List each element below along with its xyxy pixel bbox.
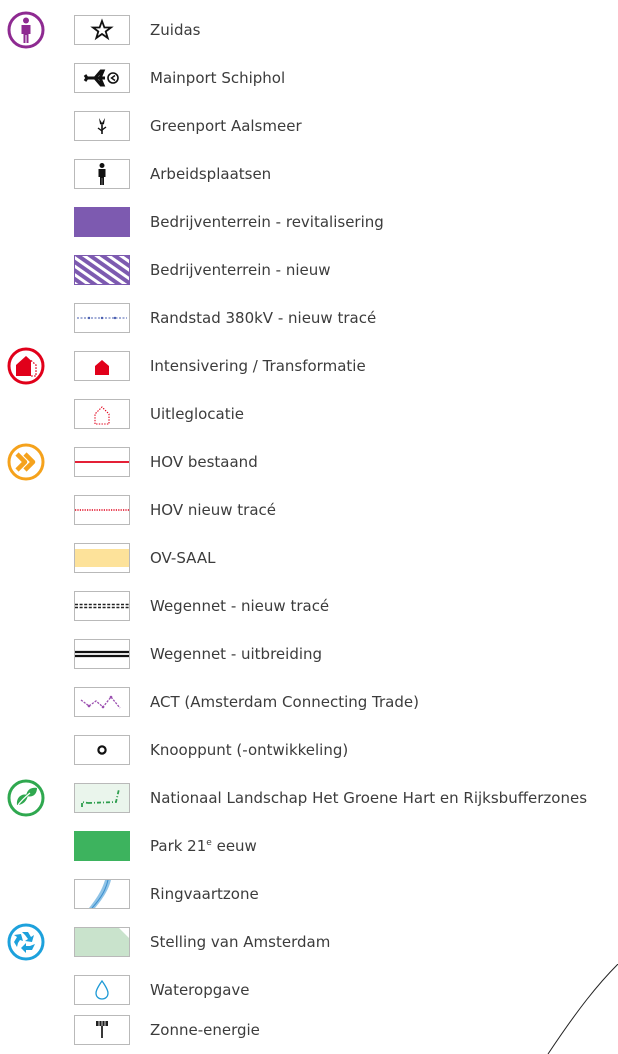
legend-item-zonne-energie: Zonne-energie	[0, 1006, 618, 1054]
legend-item-ringvaartzone: Ringvaartzone	[0, 870, 618, 918]
legend-label: HOV nieuw tracé	[150, 501, 277, 519]
purple-zigzag-swatch	[74, 687, 130, 717]
legend-item-ov-saal: OV-SAAL	[0, 534, 618, 582]
dotted-house-icon	[74, 399, 130, 429]
person-icon	[74, 159, 130, 189]
legend-label: Intensivering / Transformatie	[150, 357, 366, 375]
legend-label: Arbeidsplaatsen	[150, 165, 272, 183]
green-dashed-boundary-swatch	[74, 783, 130, 813]
legend-label: Ringvaartzone	[150, 885, 259, 903]
double-chevron-icon	[7, 443, 45, 481]
legend-item-hov-bestaand: HOV bestaand	[0, 438, 618, 486]
legend-item-nationaal-landschap: Nationaal Landschap Het Groene Hart en R…	[0, 774, 618, 822]
legend-item-wegennet-uitbreiding: Wegennet - uitbreiding	[0, 630, 618, 678]
blue-river-swatch	[74, 879, 130, 909]
leaf-icon	[7, 779, 45, 817]
legend-label: Mainport Schiphol	[150, 69, 286, 87]
legend-label: Wegennet - uitbreiding	[150, 645, 323, 663]
legend-label: Park 21e eeuw	[150, 822, 257, 870]
label-main: Park 21	[150, 837, 207, 855]
legend-label: Nationaal Landschap Het Groene Hart en R…	[150, 789, 588, 807]
legend-item-stelling-van-amsterdam: Stelling van Amsterdam	[0, 918, 618, 966]
legend-label: Bedrijventerrein - nieuw	[150, 261, 331, 279]
legend-label: Bedrijventerrein - revitalisering	[150, 213, 384, 231]
legend-label: Greenport Aalsmeer	[150, 117, 302, 135]
airplane-icon	[74, 63, 130, 93]
legend-item-knooppunt: Knooppunt (-ontwikkeling)	[0, 726, 618, 774]
ring-node-icon	[74, 735, 130, 765]
yellow-band-swatch	[74, 543, 130, 573]
map-boundary-line	[547, 964, 618, 1054]
purple-hatch-swatch	[74, 255, 130, 285]
legend-label: Uitleglocatie	[150, 405, 245, 423]
legend-label: Stelling van Amsterdam	[150, 933, 331, 951]
legend-label: OV-SAAL	[150, 549, 216, 567]
red-dotted-line-swatch	[74, 495, 130, 525]
legend-label: Zuidas	[150, 21, 201, 39]
legend-item-zuidas: Zuidas	[0, 6, 618, 54]
legend-label: HOV bestaand	[150, 453, 258, 471]
legend-item-greenport-aalsmeer: Greenport Aalsmeer	[0, 102, 618, 150]
red-house-icon	[74, 351, 130, 381]
legend-item-mainport-schiphol: Mainport Schiphol	[0, 54, 618, 102]
red-line-swatch	[74, 447, 130, 477]
legend-item-bedrijventerrein-revitalisering: Bedrijventerrein - revitalisering	[0, 198, 618, 246]
legend-label: Knooppunt (-ontwikkeling)	[150, 741, 349, 759]
legend-item-randstad-380kv: Randstad 380kV - nieuw tracé	[0, 294, 618, 342]
star-icon	[74, 15, 130, 45]
legend-label: Zonne-energie	[150, 1021, 260, 1039]
legend-item-park-21e-eeuw: Park 21e eeuw	[0, 822, 618, 870]
legend-item-hov-nieuw-trace: HOV nieuw tracé	[0, 486, 618, 534]
purple-fill-swatch	[74, 207, 130, 237]
dashed-blue-line-swatch	[74, 303, 130, 333]
green-fill-swatch	[74, 831, 130, 861]
legend-label: ACT (Amsterdam Connecting Trade)	[150, 693, 419, 711]
legend-item-wegennet-nieuw-trace: Wegennet - nieuw tracé	[0, 582, 618, 630]
legend-item-uitleglocatie: Uitleglocatie	[0, 390, 618, 438]
light-green-fill-swatch	[74, 927, 130, 957]
legend-item-act: ACT (Amsterdam Connecting Trade)	[0, 678, 618, 726]
double-road-swatch	[74, 639, 130, 669]
person-category-icon	[7, 11, 45, 49]
solar-panel-icon	[74, 1015, 130, 1045]
legend-item-bedrijventerrein-nieuw: Bedrijventerrein - nieuw	[0, 246, 618, 294]
legend-item-arbeidsplaatsen: Arbeidsplaatsen	[0, 150, 618, 198]
water-drop-icon	[74, 975, 130, 1005]
flower-icon	[74, 111, 130, 141]
label-tail: eeuw	[211, 837, 257, 855]
red-house-circle-icon	[7, 347, 45, 385]
legend-label: Randstad 380kV - nieuw tracé	[150, 309, 377, 327]
recycle-icon	[7, 923, 45, 961]
dashed-road-swatch	[74, 591, 130, 621]
legend-label: Wegennet - nieuw tracé	[150, 597, 330, 615]
legend-item-intensivering-transformatie: Intensivering / Transformatie	[0, 342, 618, 390]
